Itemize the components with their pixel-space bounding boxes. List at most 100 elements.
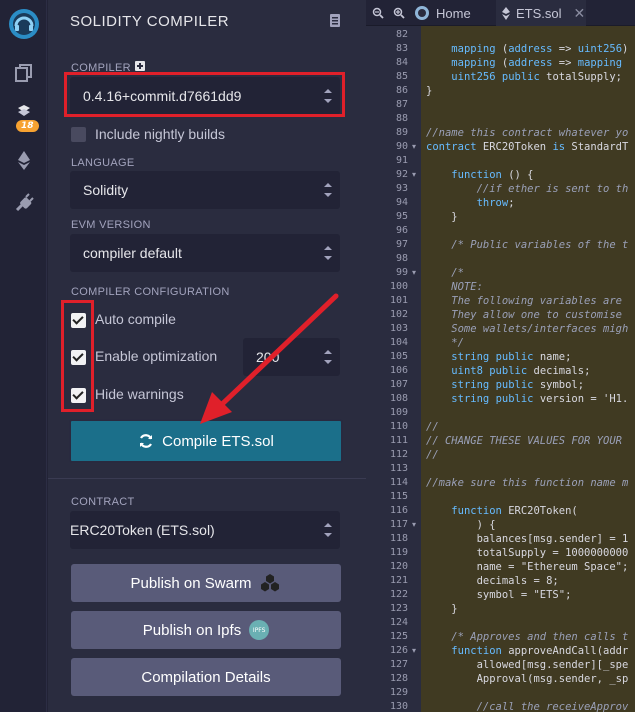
code-line: They allow one to customise: [426, 309, 622, 321]
code-line: ) {: [426, 519, 496, 531]
fold-toggle-icon[interactable]: ▾: [412, 268, 416, 277]
line-number: 129: [389, 687, 408, 698]
line-number: 103: [389, 323, 408, 334]
line-number: 86: [395, 85, 408, 96]
auto-compile-label: Auto compile: [95, 311, 176, 327]
line-number: 122: [389, 589, 408, 600]
code-line: throw;: [476, 197, 515, 209]
code-line: balances[msg.sender] = 1: [426, 533, 629, 545]
code-line: }: [426, 85, 433, 97]
tab-ets-sol[interactable]: ETS.sol ✕: [496, 0, 586, 26]
code-line: function approveAndCall(addr: [451, 645, 629, 657]
line-number: 124: [389, 617, 408, 628]
remix-logo-icon[interactable]: [0, 6, 47, 42]
code-line: // CHANGE THESE VALUES FOR YOUR: [426, 435, 622, 447]
code-line: mapping (address => mapping: [451, 57, 623, 69]
contract-label: CONTRACT: [71, 496, 135, 508]
line-number: 127: [389, 659, 408, 670]
documentation-icon[interactable]: [330, 14, 340, 32]
tab-home[interactable]: Home: [414, 0, 471, 26]
line-number: 121: [389, 575, 408, 586]
publish-ipfs-button[interactable]: Publish on Ipfs IPFS: [71, 611, 341, 649]
line-number: 102: [389, 309, 408, 320]
fold-toggle-icon[interactable]: ▾: [412, 520, 416, 529]
line-number: 114: [389, 477, 408, 488]
icon-rail: 18: [0, 0, 47, 712]
code-line: //if ether is sent to th: [426, 183, 629, 195]
home-tab-icon: [415, 6, 429, 20]
line-number: 84: [395, 57, 408, 68]
code-line: string public symbol;: [451, 379, 585, 391]
select-caret-icon: [324, 183, 332, 197]
code-line: string public version = 'H1.: [451, 393, 629, 405]
line-number: 104: [389, 337, 408, 348]
remix-ide: 18 SOLIDITY COMPILER COMPILER 0.4.16+com…: [0, 0, 635, 712]
code-line: //name this contract whatever yo: [426, 127, 629, 139]
fold-toggle-icon[interactable]: ▾: [412, 142, 416, 151]
compiler-warning-badge: 18: [16, 120, 39, 132]
contract-select[interactable]: ERC20Token (ETS.sol): [70, 511, 340, 549]
ipfs-icon: IPFS: [249, 620, 270, 640]
close-tab-icon[interactable]: ✕: [574, 5, 586, 22]
code-line: /* Approves and then calls t: [426, 631, 629, 643]
code-line: decimals = 8;: [426, 575, 559, 587]
highlight-compiler-version: [64, 72, 345, 117]
fold-toggle-icon[interactable]: ▾: [412, 170, 416, 179]
line-number: 130: [389, 701, 408, 712]
annotation-arrow: [200, 293, 339, 424]
code-line: /* Public variables of the t: [426, 239, 629, 251]
publish-swarm-button[interactable]: Publish on Swarm: [71, 564, 341, 602]
refresh-icon: [140, 434, 153, 448]
code-line: Approval(msg.sender, _sp: [426, 673, 629, 685]
solidity-file-icon: [502, 6, 510, 20]
code-line: */: [426, 337, 464, 349]
line-number: 119: [389, 547, 408, 558]
line-number: 97: [395, 239, 408, 250]
code-line: }: [426, 211, 458, 223]
code-line: //call the receiveApprov: [426, 701, 629, 712]
line-number: 95: [395, 211, 408, 222]
zoom-in-icon[interactable]: [393, 0, 405, 26]
line-number: 120: [389, 561, 408, 572]
include-nightly-checkbox[interactable]: [71, 127, 86, 142]
line-number: 82: [395, 29, 408, 40]
line-number: 93: [395, 183, 408, 194]
line-number: 113: [389, 463, 408, 474]
include-nightly-label: Include nightly builds: [95, 126, 225, 142]
code-line: uint256 public totalSupply;: [451, 71, 623, 83]
select-caret-icon: [324, 246, 332, 260]
line-number: 123: [389, 603, 408, 614]
line-number: 128: [389, 673, 408, 684]
line-number: 96: [395, 225, 408, 236]
evm-version-select[interactable]: compiler default: [70, 234, 340, 272]
ethereum-icon[interactable]: [0, 145, 47, 175]
plugin-icon[interactable]: [0, 188, 47, 218]
code-line: symbol = "ETS";: [426, 589, 572, 601]
publish-swarm-label: Publish on Swarm: [130, 574, 252, 592]
line-number: 87: [395, 99, 408, 110]
panel-title: SOLIDITY COMPILER: [70, 13, 230, 30]
compile-button-label: Compile ETS.sol: [162, 432, 274, 450]
divider: [48, 478, 366, 479]
fold-toggle-icon[interactable]: ▾: [412, 646, 416, 655]
line-number: 99: [395, 267, 408, 278]
line-number: 91: [395, 155, 408, 166]
compilation-details-button[interactable]: Compilation Details: [71, 658, 341, 696]
code-line: name = "Ethereum Space";: [426, 561, 629, 573]
files-icon[interactable]: [0, 58, 47, 88]
add-compiler-icon[interactable]: [135, 61, 145, 71]
line-number: 105: [389, 351, 408, 362]
tab-ets-sol-label: ETS.sol: [516, 5, 562, 21]
code-area[interactable]: mapping (address => uint256) mapping (ad…: [421, 26, 635, 712]
language-select[interactable]: Solidity: [70, 171, 340, 209]
line-number: 85: [395, 71, 408, 82]
swarm-icon: [261, 574, 280, 592]
code-line: contract ERC20Token is StandardT: [426, 141, 629, 153]
code-line: mapping (address => uint256): [451, 43, 629, 55]
line-number: 106: [389, 365, 408, 376]
code-line: function () {: [451, 169, 534, 181]
line-number: 116: [389, 505, 408, 516]
hide-warnings-label: Hide warnings: [95, 386, 184, 402]
zoom-out-icon[interactable]: [372, 0, 384, 26]
code-line: //make sure this function name m: [426, 477, 629, 489]
